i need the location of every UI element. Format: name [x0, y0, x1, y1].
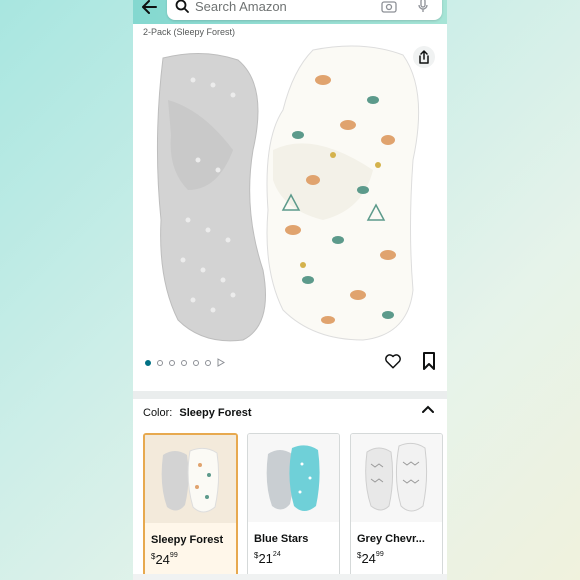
header-bar: Search Amazon — [133, 0, 447, 24]
bottom-nav-bar — [133, 574, 447, 580]
color-option-tile[interactable]: Sleepy Forest $2499 — [143, 433, 238, 580]
price-whole: 24 — [155, 552, 170, 567]
product-image-carousel[interactable] — [133, 40, 447, 385]
color-option-tile[interactable]: Grey Chevr... $2499 — [350, 433, 443, 580]
image-pagination[interactable] — [145, 358, 225, 367]
microphone-icon[interactable] — [417, 0, 429, 14]
search-icon — [175, 0, 189, 13]
variation-header[interactable]: Color: Sleepy Forest — [143, 407, 252, 419]
variation-selected-value: Sleepy Forest — [179, 407, 252, 419]
price-fraction: 24 — [272, 551, 281, 558]
color-option-image — [248, 434, 339, 522]
section-divider — [133, 391, 447, 399]
product-subtitle: 2-Pack (Sleepy Forest) — [143, 27, 236, 37]
app-screen: Search Amazon 2-Pack (Sleepy Forest) Col… — [133, 0, 447, 580]
color-option-tile[interactable]: Blue Stars $2124 — [247, 433, 340, 580]
color-option-image — [351, 434, 442, 522]
image-dot-1[interactable] — [145, 359, 151, 366]
share-button[interactable] — [413, 46, 435, 68]
color-option-image — [145, 435, 236, 523]
chevron-up-icon[interactable] — [422, 404, 434, 414]
price-currency: $ — [151, 552, 156, 561]
search-placeholder: Search Amazon — [195, 0, 287, 14]
image-dot-4[interactable] — [181, 359, 187, 366]
bookmark-icon[interactable] — [422, 352, 436, 370]
price-currency: $ — [254, 551, 259, 560]
share-icon — [419, 50, 429, 64]
color-option-price: $2499 — [151, 551, 178, 569]
color-option-name: Blue Stars — [254, 533, 309, 545]
color-option-name: Sleepy Forest — [151, 534, 224, 546]
color-option-price: $2124 — [254, 550, 281, 568]
price-whole: 21 — [258, 551, 273, 566]
back-arrow-icon[interactable] — [140, 0, 160, 19]
image-dot-2[interactable] — [157, 359, 163, 366]
image-dot-3[interactable] — [169, 359, 175, 366]
variation-label: Color: — [143, 407, 173, 419]
product-image — [156, 45, 420, 342]
image-dot-6[interactable] — [205, 359, 211, 366]
grey-swaddle — [156, 52, 266, 342]
color-option-price: $2499 — [357, 550, 384, 568]
price-fraction: 99 — [169, 552, 178, 559]
price-whole: 24 — [361, 551, 376, 566]
video-play-icon[interactable] — [217, 358, 225, 367]
image-dot-5[interactable] — [193, 359, 199, 366]
price-fraction: 99 — [375, 551, 384, 558]
color-option-name: Grey Chevr... — [357, 533, 425, 545]
camera-search-icon[interactable] — [381, 0, 397, 13]
price-currency: $ — [357, 551, 362, 560]
search-input[interactable]: Search Amazon — [167, 0, 442, 20]
heart-icon[interactable] — [384, 352, 402, 370]
